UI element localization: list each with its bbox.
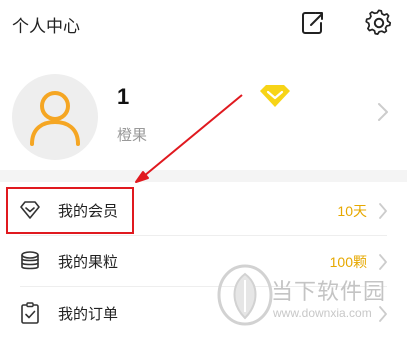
share-icon[interactable]: [298, 9, 326, 37]
clipboard-icon: [19, 302, 41, 324]
menu-item-value: 10天: [337, 203, 367, 219]
profile-card[interactable]: 1 橙果: [0, 56, 407, 170]
vip-diamond-icon[interactable]: [256, 81, 294, 111]
top-bar: 个人中心: [0, 0, 407, 48]
coins-icon: [19, 250, 41, 272]
chevron-right-icon: [377, 202, 389, 220]
watermark-logo-icon: [215, 262, 275, 328]
row-divider: [20, 235, 387, 236]
chevron-right-icon[interactable]: [376, 102, 390, 122]
gear-icon[interactable]: [365, 9, 393, 37]
watermark-title: 当下软件园: [271, 279, 387, 304]
menu-item-label: 我的果粒: [58, 254, 119, 271]
watermark: 当下软件园 www.downxia.com: [215, 262, 400, 328]
menu-item-label: 我的订单: [58, 306, 119, 323]
watermark-url: www.downxia.com: [273, 306, 372, 320]
person-avatar-icon: [30, 91, 80, 146]
avatar[interactable]: [12, 74, 98, 160]
user-subtitle: 橙果: [117, 127, 148, 144]
highlight-box: [6, 187, 134, 234]
username: 1: [117, 84, 130, 109]
section-divider: [0, 170, 407, 182]
page-title: 个人中心: [12, 17, 80, 36]
profile-screen: 个人中心 1 橙果 我的会员 10天 我的果粒 100颗 我的订单 当下软件园 …: [0, 0, 407, 343]
